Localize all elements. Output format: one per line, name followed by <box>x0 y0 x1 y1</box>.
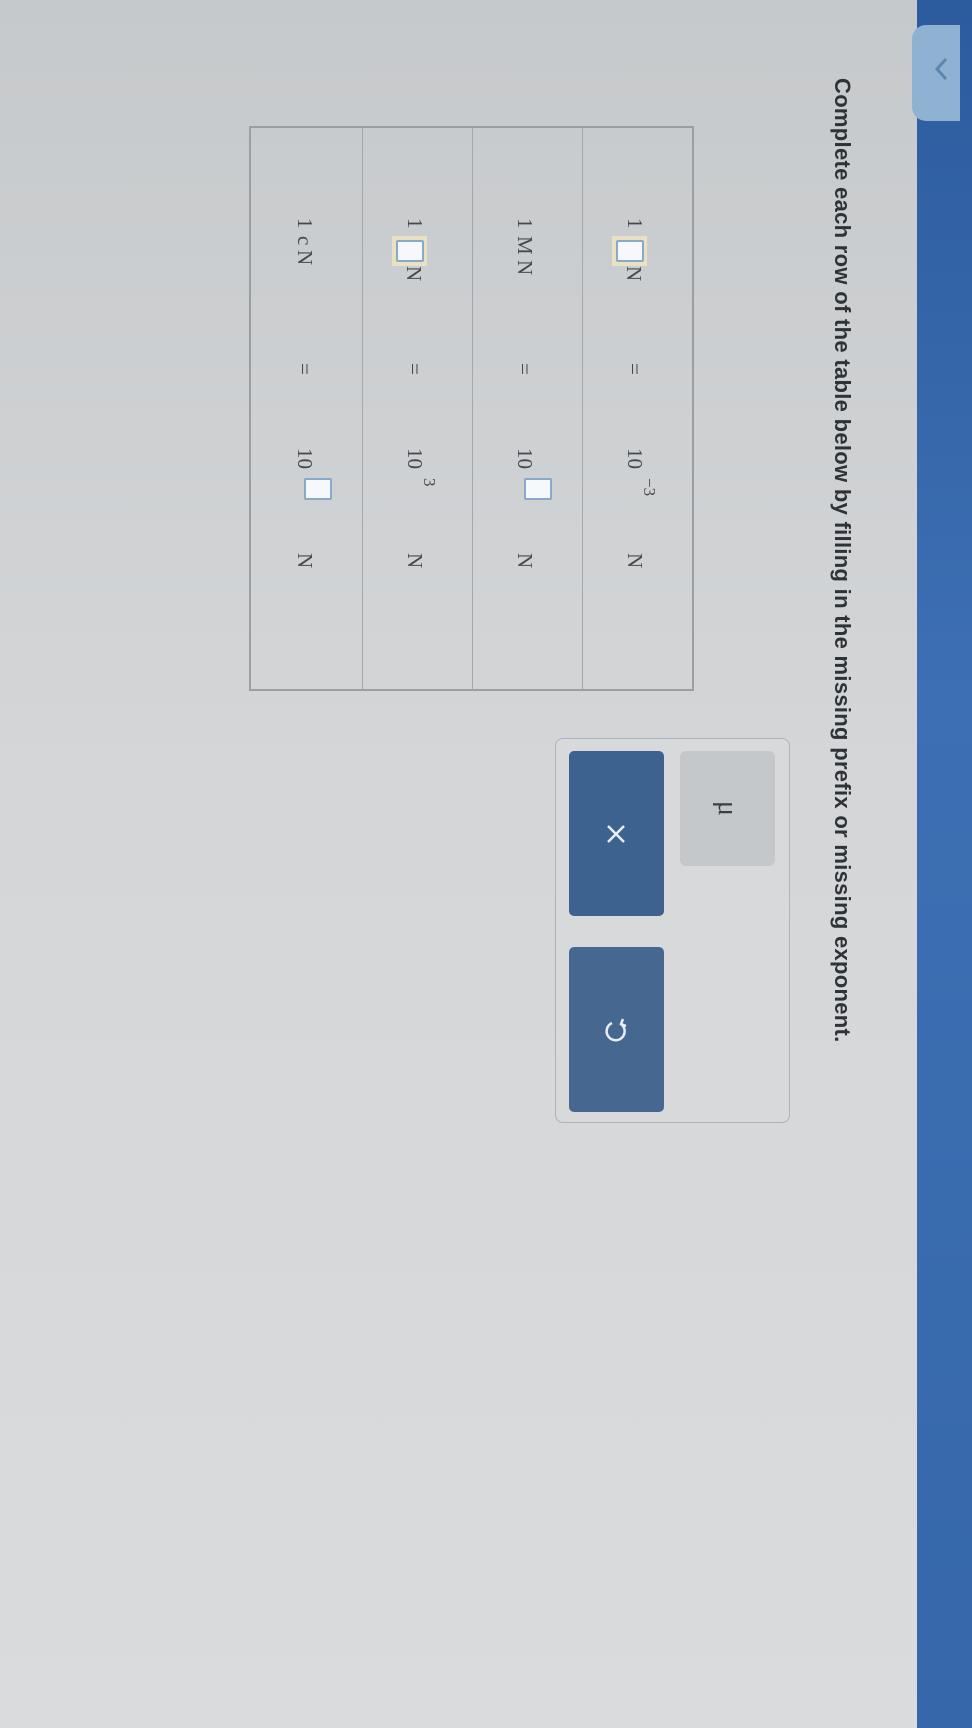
equals-sign: = <box>623 363 647 375</box>
answer-palette: μ <box>555 738 790 1123</box>
exponent-value: 3 <box>420 478 439 487</box>
left-unit: N <box>293 250 317 266</box>
undo-icon <box>605 1018 627 1041</box>
instruction-text: Complete each row of the table below by … <box>830 78 855 1043</box>
prefix-input[interactable] <box>616 240 644 262</box>
base-number: 10 <box>513 448 537 469</box>
prefix-input[interactable] <box>396 240 424 262</box>
right-unit: N <box>623 553 647 569</box>
table-row: 1 N = 10 3 N <box>362 128 472 689</box>
left-number: 1 <box>623 218 647 229</box>
right-unit: N <box>403 553 427 569</box>
left-number: 1 <box>293 218 317 229</box>
right-unit: N <box>293 553 317 569</box>
left-prefix: M <box>513 236 537 255</box>
base-number: 10 <box>623 448 647 469</box>
undo-button[interactable] <box>569 947 664 1112</box>
table-row: 1 c N = 10 N <box>252 128 362 689</box>
x-icon <box>607 824 626 843</box>
exponent-value: −3 <box>640 478 659 497</box>
left-unit: N <box>402 266 426 282</box>
chevron-down-icon <box>934 57 948 81</box>
exponent-input[interactable] <box>304 478 332 500</box>
screen: Complete each row of the table below by … <box>0 0 972 1728</box>
right-unit: N <box>513 553 537 569</box>
table-row: 1 M N = 10 N <box>472 128 582 689</box>
collapse-tab[interactable] <box>912 25 960 121</box>
equals-sign: = <box>403 363 427 375</box>
exponent-input[interactable] <box>524 478 552 500</box>
left-prefix: c <box>293 236 317 246</box>
left-number: 1 <box>403 218 427 229</box>
exponent-slot <box>303 478 332 500</box>
prefix-slot: N <box>612 236 647 281</box>
equals-sign: = <box>513 363 537 375</box>
table-row: 1 N = 10 −3 N <box>582 128 692 689</box>
prefix-table: 1 N = 10 −3 N 1 M N = 10 N 1 N = 10 3 N … <box>249 126 694 691</box>
left-unit: N <box>622 266 646 282</box>
mu-key-button[interactable]: μ <box>680 751 775 866</box>
clear-button[interactable] <box>569 751 664 916</box>
exponent-slot <box>523 478 552 500</box>
prefix-slot: N <box>392 236 427 281</box>
base-number: 10 <box>403 448 427 469</box>
left-number: 1 <box>513 218 537 229</box>
base-number: 10 <box>293 448 317 469</box>
top-banner <box>917 0 972 1728</box>
left-unit: N <box>513 260 537 276</box>
equals-sign: = <box>293 363 317 375</box>
